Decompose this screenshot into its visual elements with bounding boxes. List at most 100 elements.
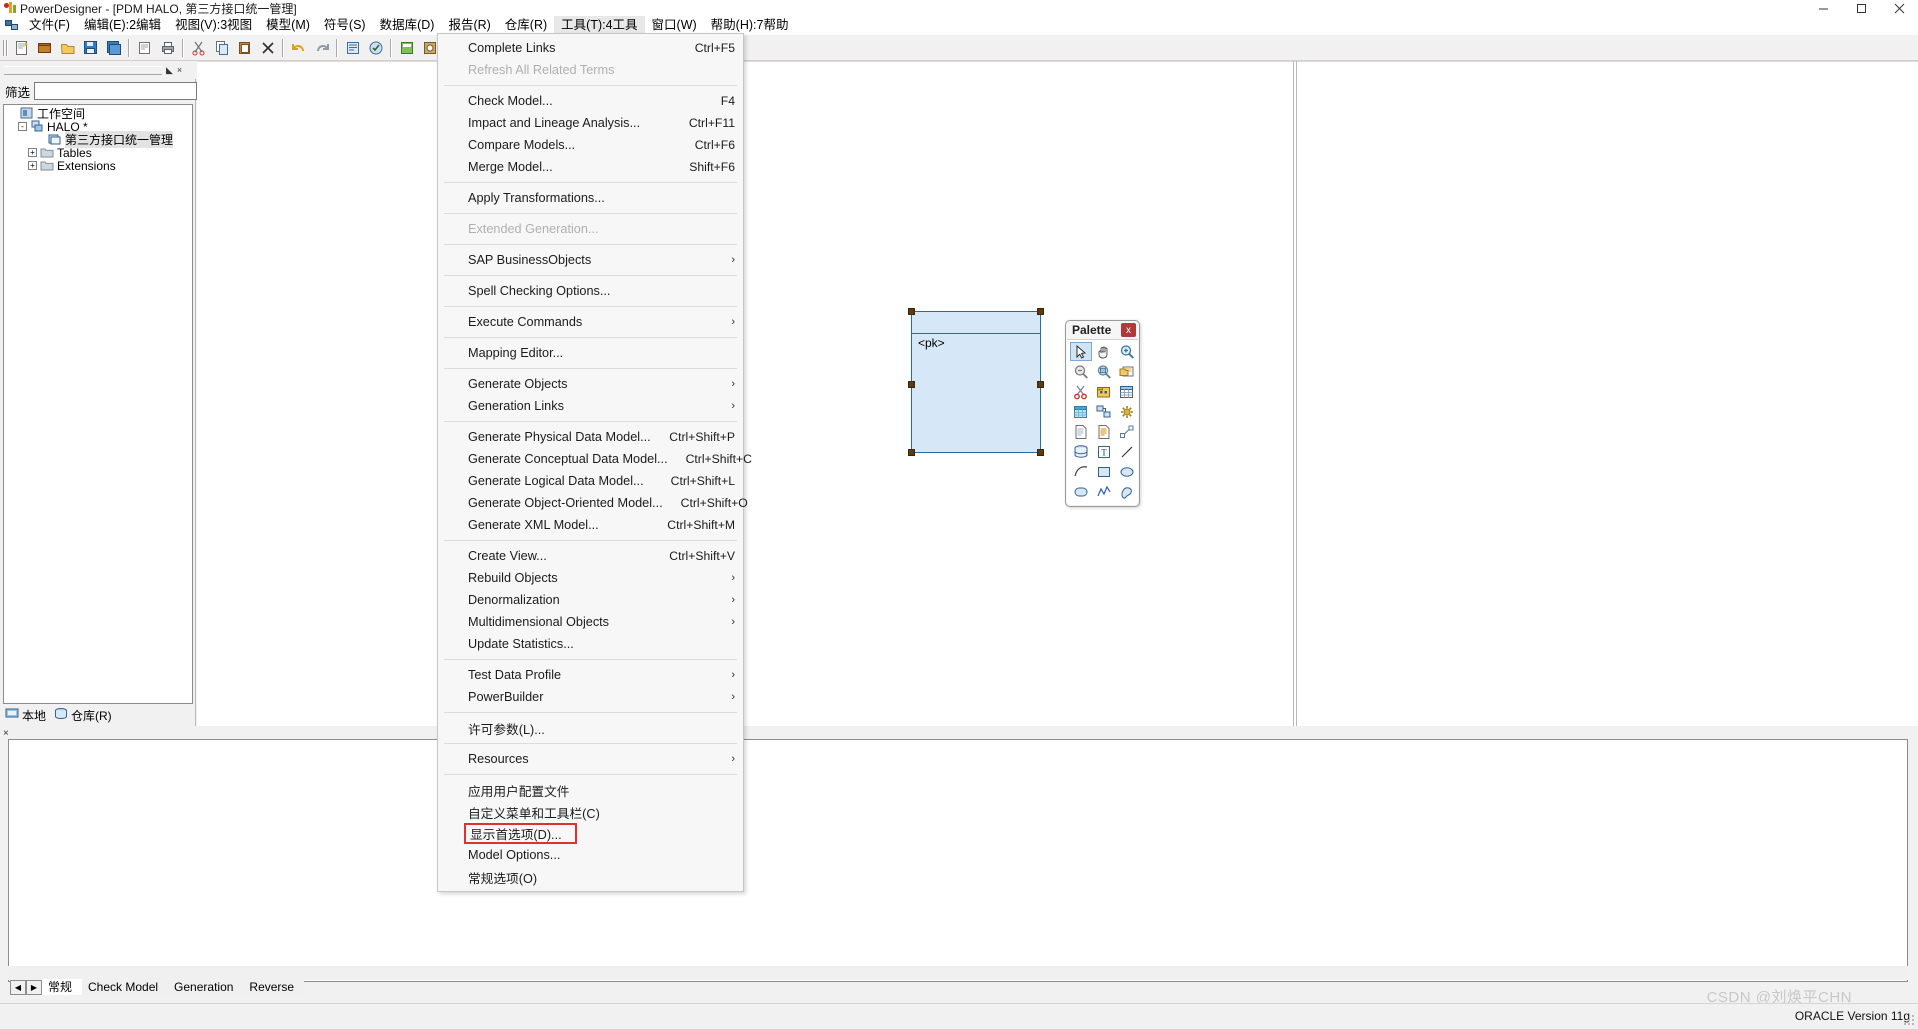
- resize-handle-w[interactable]: [908, 381, 915, 388]
- tree-expander-extensions[interactable]: +: [28, 161, 37, 170]
- toolbar-grip-1[interactable]: [2, 38, 8, 58]
- menu-item-许可参数-l[interactable]: 许可参数(L)...: [438, 717, 743, 739]
- open-folder-button[interactable]: [57, 37, 78, 58]
- menu-file[interactable]: 文件(F): [22, 16, 77, 35]
- open-model-button[interactable]: [34, 37, 55, 58]
- procedure-icon[interactable]: [1116, 402, 1138, 421]
- menu-item-generate-objects[interactable]: Generate Objects ›: [438, 373, 743, 395]
- menu-item-常规选项-o[interactable]: 常规选项(O): [438, 866, 743, 888]
- reference-icon[interactable]: [1093, 402, 1115, 421]
- menu-item-generate-xml-model[interactable]: Generate XML Model... Ctrl+Shift+M: [438, 514, 743, 536]
- menu-item-自定义菜单和工具栏-c[interactable]: 自定义菜单和工具栏(C): [438, 801, 743, 823]
- cut-button[interactable]: [188, 37, 209, 58]
- save-all-button[interactable]: [103, 37, 124, 58]
- link-icon[interactable]: [1116, 422, 1138, 441]
- tree-expander-halo[interactable]: -: [18, 122, 27, 131]
- menu-item-merge-model[interactable]: Merge Model... Shift+F6: [438, 156, 743, 178]
- output-tab-reverse[interactable]: Reverse: [243, 979, 305, 995]
- rounded-rect-icon[interactable]: [1070, 482, 1092, 501]
- browser-tab-local[interactable]: 本地: [3, 706, 52, 724]
- menu-item-generate-conceptual-data-model[interactable]: Generate Conceptual Data Model... Ctrl+Sh…: [438, 448, 752, 470]
- menu-item-impact-and-lineage-analysis[interactable]: Impact and Lineage Analysis... Ctrl+F11: [438, 112, 743, 134]
- generate-db-button[interactable]: [396, 37, 417, 58]
- maximize-button[interactable]: [1842, 0, 1880, 16]
- menu-item-应用用户配置文件[interactable]: 应用用户配置文件: [438, 779, 743, 801]
- tree-item-diagram[interactable]: 第三方接口统一管理: [4, 131, 192, 148]
- delete-button[interactable]: [257, 37, 278, 58]
- menu-item-generate-physical-data-model[interactable]: Generate Physical Data Model... Ctrl+Shif…: [438, 426, 743, 448]
- resize-handle-nw[interactable]: [908, 308, 915, 315]
- output-tab-general[interactable]: 常规: [42, 979, 83, 995]
- new-model-button[interactable]: [11, 37, 32, 58]
- menu-item-generation-links[interactable]: Generation Links ›: [438, 395, 743, 417]
- zoom-area-icon[interactable]: [1093, 362, 1115, 381]
- output-text-area[interactable]: [8, 739, 1908, 982]
- output-tab-next-button[interactable]: ▶: [26, 980, 42, 995]
- browser-tab-repository[interactable]: 仓库(R): [52, 706, 118, 724]
- rectangle-icon[interactable]: [1093, 462, 1115, 481]
- menu-item-model-options[interactable]: Model Options...: [438, 844, 743, 866]
- resize-handle-se[interactable]: [1037, 449, 1044, 456]
- package-icon[interactable]: [1093, 382, 1115, 401]
- menu-item-rebuild-objects[interactable]: Rebuild Objects ›: [438, 567, 743, 589]
- output-close-button[interactable]: ×: [3, 728, 9, 739]
- tools-dropdown-menu[interactable]: Complete Links Ctrl+F5 Refresh All Related…: [437, 33, 752, 892]
- print-button[interactable]: [157, 37, 178, 58]
- menu-item-denormalization[interactable]: Denormalization ›: [438, 589, 743, 611]
- close-button[interactable]: [1880, 0, 1918, 16]
- zoom-in-icon[interactable]: [1116, 342, 1138, 361]
- output-tab-nav[interactable]: ◀ ▶: [10, 980, 42, 995]
- paste-button[interactable]: [234, 37, 255, 58]
- menu-view[interactable]: 视图(V):3视图: [168, 16, 259, 35]
- menu-item-create-view[interactable]: Create View... Ctrl+Shift+V: [438, 545, 743, 567]
- menu-item-sap-businessobjects[interactable]: SAP BusinessObjects ›: [438, 249, 743, 271]
- properties-button[interactable]: [342, 37, 363, 58]
- text-icon[interactable]: T: [1093, 442, 1115, 461]
- menu-item-mapping-editor[interactable]: Mapping Editor...: [438, 342, 743, 364]
- menu-item-generate-object-oriented-model[interactable]: Generate Object-Oriented Model... Ctrl+Sh…: [438, 492, 748, 514]
- menu-item-check-model[interactable]: Check Model... F4: [438, 90, 743, 112]
- menu-item-powerbuilder[interactable]: PowerBuilder ›: [438, 686, 743, 708]
- menu-item-generate-logical-data-model[interactable]: Generate Logical Data Model... Ctrl+Shift…: [438, 470, 743, 492]
- database-icon[interactable]: [1070, 442, 1092, 461]
- open-package-icon[interactable]: [1116, 362, 1138, 381]
- menu-item-resources[interactable]: Resources ›: [438, 748, 743, 770]
- menu-symbol[interactable]: 符号(S): [317, 16, 373, 35]
- minimize-button[interactable]: [1804, 0, 1842, 16]
- pointer-icon[interactable]: [1070, 342, 1092, 361]
- panel-pin-icon[interactable]: ◣: [166, 65, 173, 76]
- redo-button[interactable]: [311, 37, 332, 58]
- line-icon[interactable]: [1116, 442, 1138, 461]
- menu-item-execute-commands[interactable]: Execute Commands ›: [438, 311, 743, 333]
- tree-item-workspace[interactable]: 工作空间: [4, 107, 192, 121]
- menu-item-apply-transformations[interactable]: Apply Transformations...: [438, 187, 743, 209]
- ellipse-icon[interactable]: [1116, 462, 1138, 481]
- menu-item-update-statistics[interactable]: Update Statistics...: [438, 633, 743, 655]
- tree-expander-tables[interactable]: +: [28, 148, 37, 157]
- hand-grab-icon[interactable]: [1093, 342, 1115, 361]
- polygon-icon[interactable]: [1116, 482, 1138, 501]
- undo-button[interactable]: [288, 37, 309, 58]
- resize-handle-ne[interactable]: [1037, 308, 1044, 315]
- resize-grip[interactable]: [1902, 1013, 1916, 1027]
- arc-icon[interactable]: [1070, 462, 1092, 481]
- output-tab-check-model[interactable]: Check Model: [82, 979, 169, 995]
- menu-item-spell-checking-options[interactable]: Spell Checking Options...: [438, 280, 743, 302]
- palette-toolbar[interactable]: Palette x T: [1065, 320, 1140, 507]
- palette-close-button[interactable]: x: [1121, 323, 1136, 337]
- resize-handle-e[interactable]: [1037, 381, 1044, 388]
- copy-button[interactable]: [211, 37, 232, 58]
- check-model-button[interactable]: [365, 37, 386, 58]
- menu-item-test-data-profile[interactable]: Test Data Profile ›: [438, 664, 743, 686]
- output-tab-generation[interactable]: Generation: [168, 979, 244, 995]
- scissors-icon[interactable]: [1070, 382, 1092, 401]
- menu-edit[interactable]: 编辑(E):2编辑: [77, 16, 168, 35]
- panel-drag-handle[interactable]: [4, 65, 162, 75]
- zoom-out-icon[interactable]: [1070, 362, 1092, 381]
- output-tab-prev-button[interactable]: ◀: [10, 980, 26, 995]
- file-icon[interactable]: [1070, 422, 1092, 441]
- panel-close-icon[interactable]: ×: [177, 65, 182, 75]
- menu-database[interactable]: 数据库(D): [373, 16, 442, 35]
- view-icon[interactable]: [1070, 402, 1092, 421]
- save-button[interactable]: [80, 37, 101, 58]
